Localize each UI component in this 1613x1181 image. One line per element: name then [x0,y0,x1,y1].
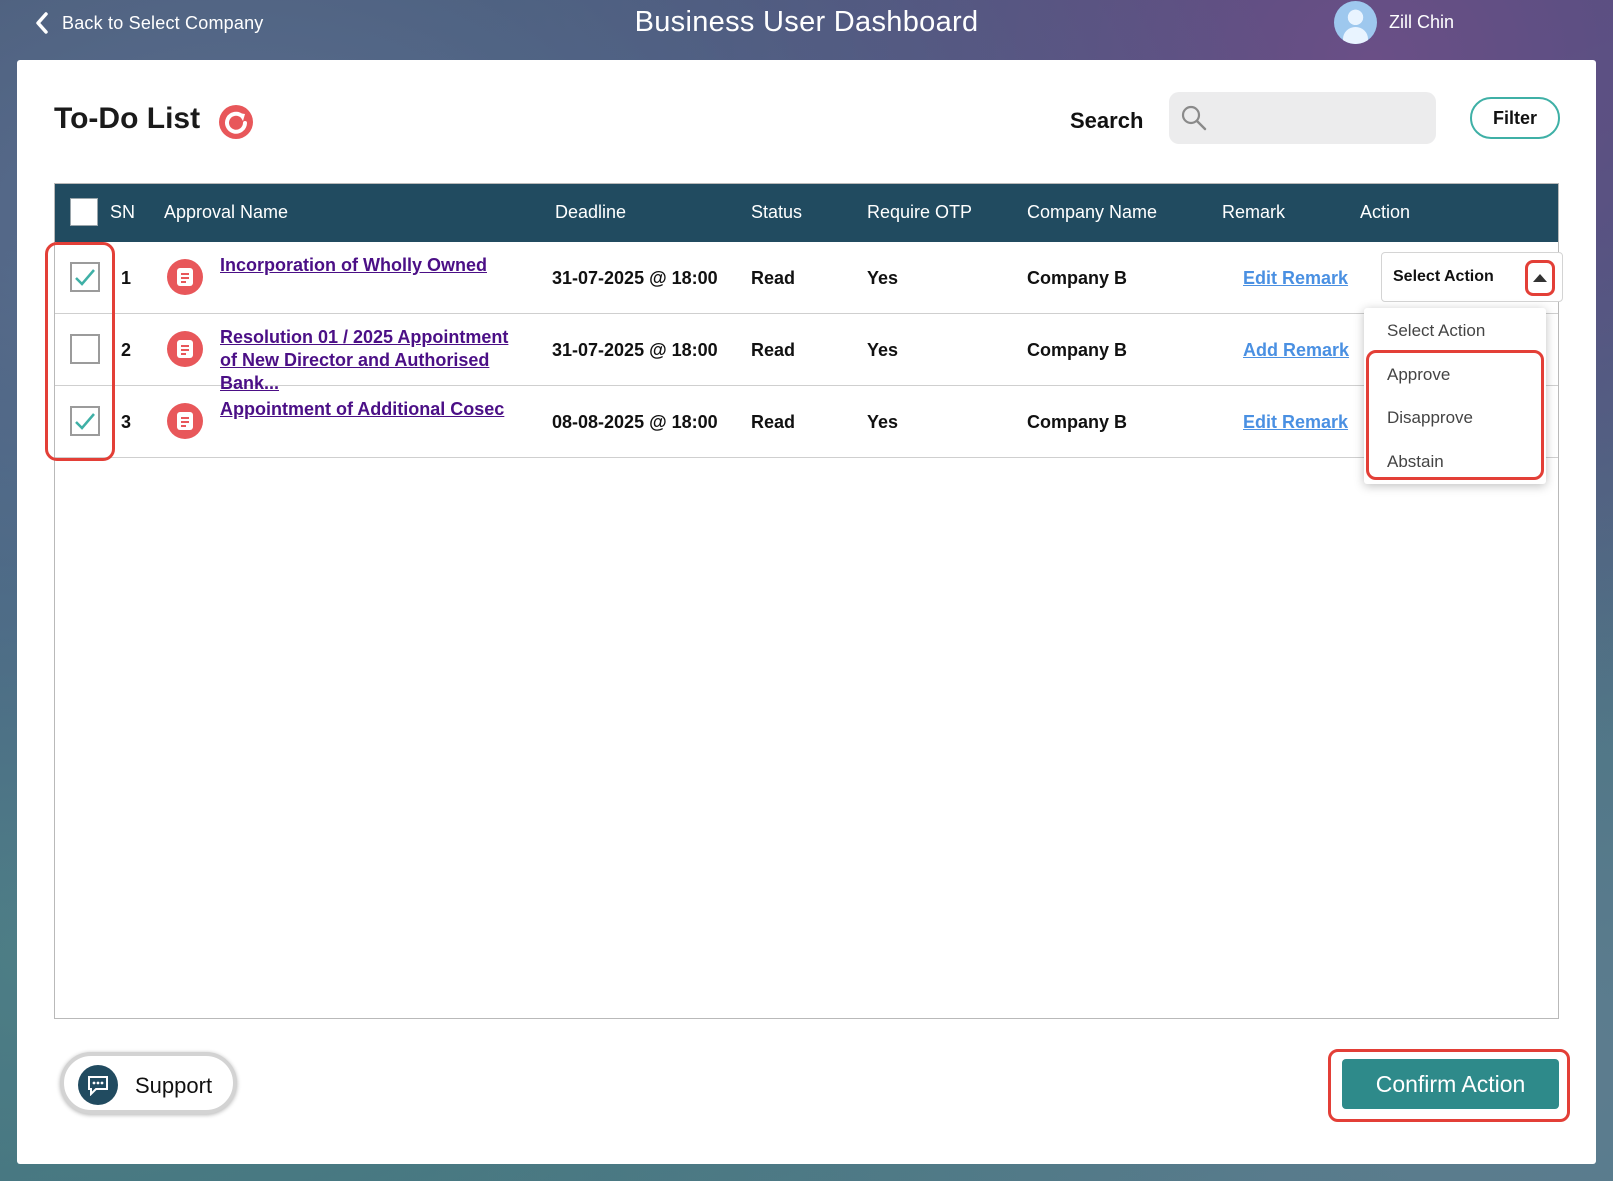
row-sn: 3 [121,412,132,432]
action-select[interactable]: Select Action [1381,252,1563,302]
row-require-otp: Yes [867,340,899,360]
search-input[interactable] [1215,107,1435,129]
table-header: SN Approval Name Deadline Status Require… [55,184,1558,242]
header-company-name: Company Name [1027,202,1158,222]
filter-button[interactable]: Filter [1470,97,1560,139]
row-status: Read [751,340,796,360]
row-require-otp: Yes [867,268,899,288]
row-sn: 1 [121,268,132,288]
edit-remark-link[interactable]: Edit Remark [1243,268,1348,289]
chat-icon [78,1065,118,1105]
user-menu[interactable]: Zill Chin [1334,1,1454,44]
row-sn: 2 [121,340,132,360]
refresh-button[interactable] [219,105,253,139]
top-bar: Back to Select Company Business User Das… [0,0,1613,60]
confirm-action-button[interactable]: Confirm Action [1342,1059,1559,1109]
option-disapprove[interactable]: Disapprove [1387,408,1473,428]
card-title: To-Do List [54,102,201,135]
back-link-label: Back to Select Company [62,12,264,33]
dropdown-toggle[interactable] [1525,260,1555,296]
row-checkbox[interactable] [70,406,100,436]
option-select-action[interactable]: Select Action [1387,321,1485,341]
header-status: Status [751,202,803,222]
search-box[interactable] [1169,92,1436,144]
row-company-name: Company B [1027,340,1128,360]
row-deadline: 31-07-2025 @ 18:00 [552,268,718,288]
chevron-left-icon [36,12,48,34]
document-icon [167,331,203,367]
row-deadline: 08-08-2025 @ 18:00 [552,412,718,432]
support-button[interactable]: Support [60,1052,237,1114]
approval-name-link[interactable]: Resolution 01 / 2025 Appointment of New … [220,326,530,395]
action-select-value: Select Action [1393,268,1494,285]
header-require-otp: Require OTP [867,202,973,222]
row-require-otp: Yes [867,412,899,432]
todo-table: SN Approval Name Deadline Status Require… [54,183,1563,1019]
row-status: Read [751,412,796,432]
edit-remark-link[interactable]: Edit Remark [1243,412,1348,433]
table-row: 1 Incorporation of Wholly Owned 31-07-20… [55,242,1563,314]
refresh-icon [225,111,247,134]
row-deadline: 31-07-2025 @ 18:00 [552,340,718,360]
checkmark-icon [75,269,95,286]
header-sn: SN [110,202,136,222]
support-label: Support [135,1073,213,1098]
header-deadline: Deadline [555,202,627,222]
option-abstain[interactable]: Abstain [1387,452,1444,472]
header-approval-name: Approval Name [164,202,289,222]
approval-name-link[interactable]: Appointment of Additional Cosec [220,398,530,421]
user-name: Zill Chin [1389,12,1455,32]
option-approve[interactable]: Approve [1387,365,1450,385]
table-row: 3 Appointment of Additional Cosec 08-08-… [55,386,1558,458]
header-action: Action [1360,202,1411,222]
header-remark: Remark [1222,202,1286,222]
back-to-select-company-link[interactable]: Back to Select Company [34,10,264,36]
action-dropdown-menu: Select Action Approve Disapprove Abstain [1364,308,1546,484]
row-checkbox[interactable] [70,262,100,292]
row-company-name: Company B [1027,268,1128,288]
row-status: Read [751,268,796,288]
avatar [1334,1,1377,44]
document-icon [167,403,203,439]
table-row: 2 Resolution 01 / 2025 Appointment of Ne… [55,314,1558,393]
document-icon [167,259,203,295]
approval-name-link[interactable]: Incorporation of Wholly Owned [220,254,530,277]
caret-up-icon [1533,274,1547,282]
search-icon [1181,105,1207,131]
row-checkbox[interactable] [70,334,100,364]
row-company-name: Company B [1027,412,1128,432]
checkmark-icon [75,413,95,430]
add-remark-link[interactable]: Add Remark [1243,340,1349,361]
select-all-checkbox[interactable] [70,198,98,226]
todo-card: To-Do List Search Filter SN Approval Nam… [17,60,1596,1164]
search-label: Search [1070,108,1144,133]
